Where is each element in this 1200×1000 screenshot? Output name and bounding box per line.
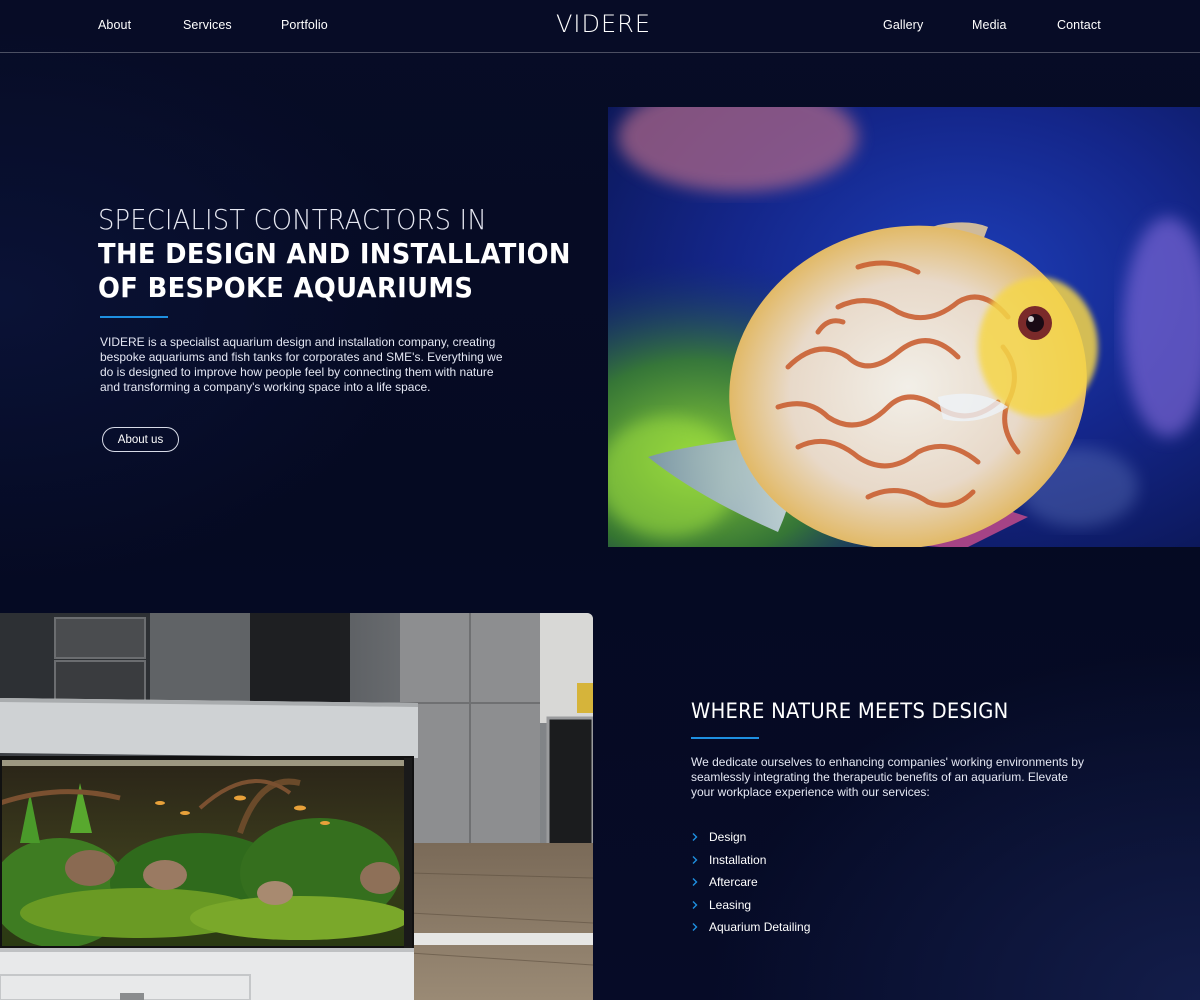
service-label: Leasing <box>709 897 752 912</box>
hero-description-line: and transforming a company's working spa… <box>100 380 431 394</box>
hero-description-line: do is designed to improve how people fee… <box>100 365 494 379</box>
service-item-leasing[interactable]: Leasing <box>689 894 810 917</box>
site-header: About Services Portfolio VIDERE Gallery … <box>0 0 1200 53</box>
chevron-right-icon <box>692 833 698 842</box>
nav-link-media[interactable]: Media <box>972 18 1007 32</box>
chevron-right-icon <box>692 900 698 909</box>
service-item-installation[interactable]: Installation <box>689 849 810 872</box>
services-list: Design Installation Aftercare Leasing Aq… <box>689 826 810 939</box>
nav-link-portfolio[interactable]: Portfolio <box>281 18 328 32</box>
service-item-aquarium-detailing[interactable]: Aquarium Detailing <box>689 916 810 939</box>
chevron-right-icon <box>692 878 698 887</box>
about-us-button[interactable]: About us <box>102 427 179 452</box>
nav-link-services[interactable]: Services <box>183 18 232 32</box>
hero-title-line-2: THE DESIGN AND INSTALLATION <box>98 237 571 270</box>
nav-link-gallery[interactable]: Gallery <box>883 18 923 32</box>
page: About Services Portfolio VIDERE Gallery … <box>0 0 1200 1000</box>
chevron-right-icon <box>692 923 698 932</box>
discus-fish-image <box>608 107 1200 547</box>
service-item-aftercare[interactable]: Aftercare <box>689 871 810 894</box>
chevron-right-icon <box>692 855 698 864</box>
section-accent-line <box>691 737 759 739</box>
site-logo[interactable]: VIDERE <box>556 10 651 38</box>
hero-description-line: VIDERE is a specialist aquarium design a… <box>100 335 496 349</box>
service-label: Aftercare <box>709 875 758 890</box>
service-label: Installation <box>709 852 767 867</box>
office-aquarium-image <box>0 613 593 1000</box>
service-label: Design <box>709 830 747 845</box>
section-description-line: We dedicate ourselves to enhancing compa… <box>691 755 1084 769</box>
hero-accent-line <box>100 316 168 318</box>
nav-link-about[interactable]: About <box>98 18 131 32</box>
hero-title-line-1: SPECIALIST CONTRACTORS IN <box>98 203 487 236</box>
nav-link-contact[interactable]: Contact <box>1057 18 1101 32</box>
service-label: Aquarium Detailing <box>709 920 811 935</box>
hero-title-line-3: OF BESPOKE AQUARIUMS <box>98 271 474 304</box>
section-title: WHERE NATURE MEETS DESIGN <box>691 699 1009 723</box>
section-description-line: seamlessly integrating the therapeutic b… <box>691 770 1068 784</box>
hero-description-line: bespoke aquariums and fish tanks for cor… <box>100 350 503 364</box>
service-item-design[interactable]: Design <box>689 826 810 849</box>
section-description-line: your workplace experience with our servi… <box>691 785 930 799</box>
